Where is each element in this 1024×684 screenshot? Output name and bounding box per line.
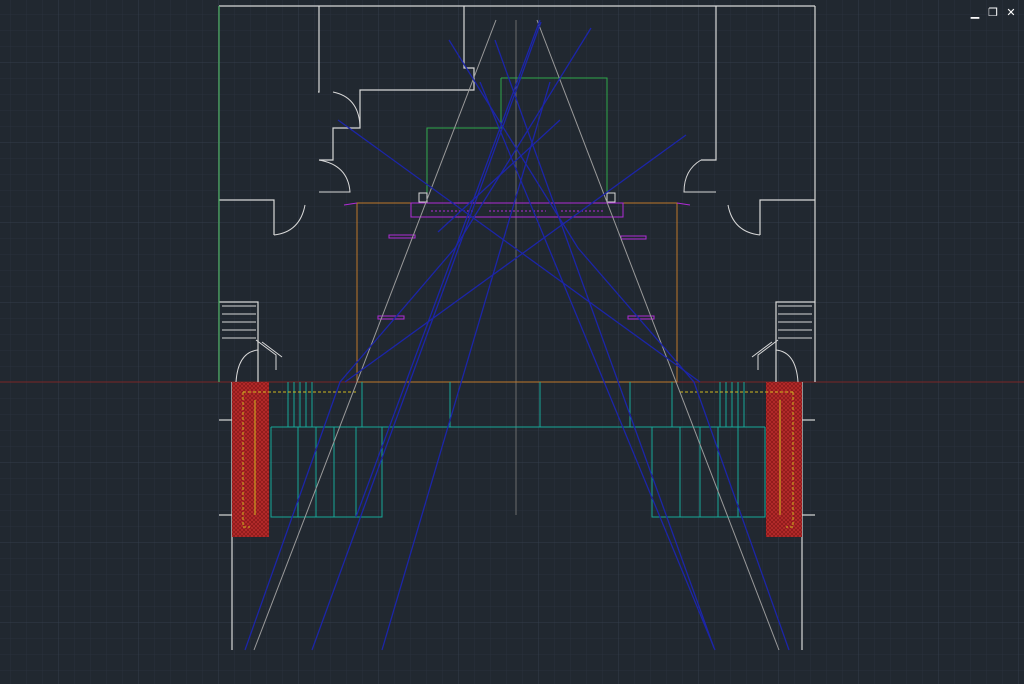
close-icon: ✕ [1006, 5, 1016, 19]
restore-icon: ❐ [988, 5, 998, 19]
hatched-wall-left [232, 382, 269, 537]
drawing-viewport[interactable]: ▁ ❐ ✕ [0, 0, 1024, 684]
close-button[interactable]: ✕ [1004, 4, 1018, 20]
minimize-button[interactable]: ▁ [968, 4, 982, 20]
hatched-wall-right [766, 382, 802, 537]
window-controls: ▁ ❐ ✕ [968, 4, 1018, 20]
restore-button[interactable]: ❐ [986, 4, 1000, 20]
cad-drawing-canvas[interactable] [0, 0, 1024, 684]
minimize-icon: ▁ [970, 5, 980, 19]
